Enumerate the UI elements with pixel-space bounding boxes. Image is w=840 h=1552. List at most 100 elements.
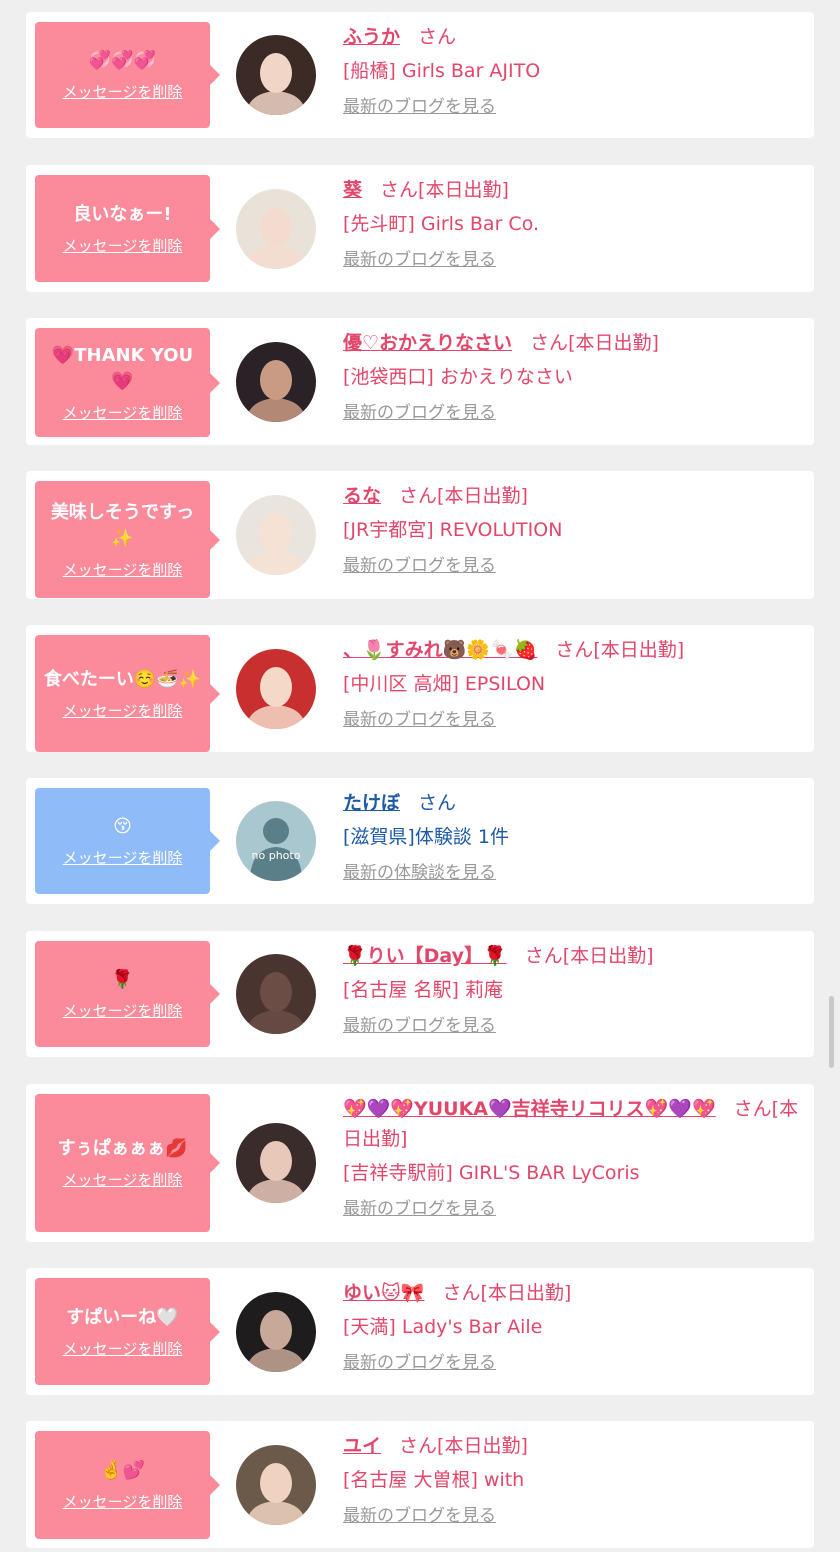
attendance-status: [本日出勤]	[568, 332, 659, 354]
message-card: 美味しそうですっ✨ メッセージを削除 るな さん[本日出勤] [JR宇都宮] REVOL…	[26, 471, 814, 599]
message-card: すぱいーね🤍 メッセージを削除 ゆい🐱🎀 さん[本日出勤] [天満] Lady's Ba…	[26, 1268, 814, 1395]
avatar[interactable]	[236, 1445, 316, 1525]
profile-photo-icon	[236, 342, 316, 422]
shop-name: [JR宇都宮] REVOLUTION	[343, 519, 563, 541]
message-text: すぱいーね🤍	[66, 1306, 179, 1328]
cast-info: 🌹りい【Day】🌹 さん[本日出勤] [名古屋 名駅] 莉庵 最新のブログを見る	[343, 941, 800, 1039]
cast-info: 優♡おかえりなさい さん[本日出勤] [池袋西口] おかえりなさい最新のブログを見る	[343, 328, 800, 426]
avatar[interactable]	[236, 649, 316, 729]
latest-post-link[interactable]: 最新のブログを見る	[343, 1350, 800, 1376]
latest-post-link[interactable]: 最新のブログを見る	[343, 707, 800, 733]
name-line: たけぼ さん	[343, 788, 800, 818]
avatar[interactable]: no photo	[236, 801, 316, 881]
cast-name-link[interactable]: 葵	[343, 179, 362, 201]
message-text: 美味しそうですっ✨	[50, 501, 195, 549]
message-bubble: 🤞💕 メッセージを削除	[35, 1431, 220, 1539]
delete-message-link[interactable]: メッセージを削除	[63, 1339, 183, 1359]
cast-name-link[interactable]: たけぼ	[343, 792, 400, 814]
profile-photo-icon	[236, 189, 316, 269]
message-bubble: すぅぱぁぁぁ💋 メッセージを削除	[35, 1094, 220, 1232]
latest-post-link[interactable]: 最新のブログを見る	[343, 553, 800, 579]
cast-name-link[interactable]: 優♡おかえりなさい	[343, 332, 512, 354]
avatar[interactable]	[236, 495, 316, 575]
honorific: さん	[442, 1282, 481, 1304]
delete-message-link[interactable]: メッセージを削除	[63, 560, 183, 580]
attendance-status: [本日出勤]	[437, 1435, 528, 1457]
avatar[interactable]	[236, 189, 316, 269]
cast-name-link[interactable]: 🌹りい【Day】🌹	[343, 945, 507, 967]
latest-post-link[interactable]: 最新のブログを見る	[343, 1196, 800, 1222]
honorific: さん	[524, 945, 563, 967]
avatar[interactable]	[236, 35, 316, 115]
shop-name: [名古屋 大曽根] with	[343, 1469, 525, 1491]
cast-name-link[interactable]: 、🌷すみれ🐻🌼🍬🍓	[343, 639, 537, 661]
latest-post-link[interactable]: 最新のブログを見る	[343, 94, 800, 120]
message-bubble: 💞💞💞 メッセージを削除	[35, 22, 220, 128]
attendance-status: [本日出勤]	[480, 1282, 572, 1304]
message-bubble: 良いなぁー! メッセージを削除	[35, 175, 220, 282]
message-card: 😚 メッセージを削除 no photo たけぼ さん [滋賀県]体験談 1件 最新の体験談を…	[26, 778, 814, 904]
latest-post-link[interactable]: 最新のブログを見る	[343, 247, 800, 273]
cast-name-link[interactable]: 💖💜💖YUUKA💜吉祥寺リコリス💖💜💖	[343, 1098, 716, 1120]
shop-name: [船橋] Girls Bar AJITO	[343, 60, 541, 82]
attendance-status: [本日出勤]	[418, 179, 509, 201]
profile-photo-icon	[236, 1123, 316, 1203]
latest-post-link[interactable]: 最新の体験談を見る	[343, 860, 800, 886]
message-text: 良いなぁー!	[73, 203, 172, 225]
message-text: 😚	[113, 816, 132, 837]
message-text: 💗THANK YOU💗	[51, 344, 194, 392]
honorific: さん	[555, 639, 594, 661]
delete-message-link[interactable]: メッセージを削除	[63, 1492, 183, 1512]
message-bubble: 食べたーい☺️🍜✨ メッセージを削除	[35, 635, 220, 752]
cast-name-link[interactable]: るな	[343, 485, 381, 507]
cast-info: ふうか さん [船橋] Girls Bar AJITO 最新のブログを見る	[343, 22, 800, 120]
avatar[interactable]	[236, 954, 316, 1034]
delete-message-link[interactable]: メッセージを削除	[63, 701, 183, 721]
cast-info: ゆい🐱🎀 さん[本日出勤] [天満] Lady's Bar Aile 最新のブログを見…	[343, 1278, 800, 1376]
message-card: 🤞💕 メッセージを削除 ユイ さん[本日出勤] [名古屋 大曽根] with 最新のブログ…	[26, 1421, 814, 1548]
message-card: 💗THANK YOU💗 メッセージを削除 優♡おかえりなさい さん[本日出勤] [池袋西…	[26, 318, 814, 445]
name-line: 🌹りい【Day】🌹 さん[本日出勤]	[343, 941, 800, 971]
honorific: さん	[399, 485, 438, 507]
cast-info: 、🌷すみれ🐻🌼🍬🍓 さん[本日出勤] [中川区 高畑] EPSILON 最新のブログを…	[343, 635, 800, 733]
avatar[interactable]	[236, 1123, 316, 1203]
latest-post-link[interactable]: 最新のブログを見る	[343, 400, 800, 426]
cast-info: るな さん[本日出勤] [JR宇都宮] REVOLUTION 最新のブログを見る	[343, 481, 800, 579]
message-bubble: 美味しそうですっ✨ メッセージを削除	[35, 481, 220, 598]
delete-message-link[interactable]: メッセージを削除	[63, 1170, 183, 1190]
profile-photo-icon	[236, 495, 316, 575]
name-line: 優♡おかえりなさい さん[本日出勤]	[343, 328, 800, 358]
no-photo-icon	[236, 801, 316, 881]
scrollbar[interactable]	[829, 996, 834, 1068]
no-photo-label: no photo	[251, 849, 301, 862]
profile-photo-icon	[236, 1292, 316, 1372]
delete-message-link[interactable]: メッセージを削除	[63, 403, 183, 423]
honorific: さん	[418, 26, 457, 48]
latest-post-link[interactable]: 最新のブログを見る	[343, 1013, 800, 1039]
cast-name-link[interactable]: ゆい🐱🎀	[343, 1282, 424, 1304]
cast-info: 葵さん[本日出勤] [先斗町] Girls Bar Co. 最新のブログを見る	[343, 175, 800, 273]
message-card: 💞💞💞 メッセージを削除 ふうか さん [船橋] Girls Bar AJITO 最新のブ…	[26, 12, 814, 138]
profile-photo-icon	[236, 35, 316, 115]
delete-message-link[interactable]: メッセージを削除	[63, 82, 183, 102]
cast-name-link[interactable]: ふうか	[343, 26, 400, 48]
shop-name: [名古屋 名駅] 莉庵	[343, 979, 503, 1001]
delete-message-link[interactable]: メッセージを削除	[63, 1001, 183, 1021]
shop-name: [池袋西口] おかえりなさい	[343, 366, 573, 388]
name-line: 💖💜💖YUUKA💜吉祥寺リコリス💖💜💖 さん[本日出勤]	[343, 1094, 800, 1154]
latest-post-link[interactable]: 最新のブログを見る	[343, 1503, 800, 1529]
name-line: 、🌷すみれ🐻🌼🍬🍓 さん[本日出勤]	[343, 635, 800, 665]
message-text: 食べたーい☺️🍜✨	[43, 668, 202, 690]
cast-name-link[interactable]: ユイ	[343, 1435, 381, 1457]
name-line: ゆい🐱🎀 さん[本日出勤]	[343, 1278, 800, 1308]
delete-message-link[interactable]: メッセージを削除	[63, 848, 183, 868]
message-card: 🌹 メッセージを削除 🌹りい【Day】🌹 さん[本日出勤] [名古屋 名駅] 莉庵 最新の…	[26, 931, 814, 1057]
honorific: さん	[530, 332, 569, 354]
message-card: すぅぱぁぁぁ💋 メッセージを削除 💖💜💖YUUKA💜吉祥寺リコリス💖💜💖 さん[本日出…	[26, 1084, 814, 1242]
message-text: 🌹	[111, 969, 134, 990]
delete-message-link[interactable]: メッセージを削除	[63, 236, 183, 256]
avatar[interactable]	[236, 342, 316, 422]
name-line: ユイ さん[本日出勤]	[343, 1431, 800, 1461]
attendance-status: [本日出勤]	[437, 485, 528, 507]
avatar[interactable]	[236, 1292, 316, 1372]
